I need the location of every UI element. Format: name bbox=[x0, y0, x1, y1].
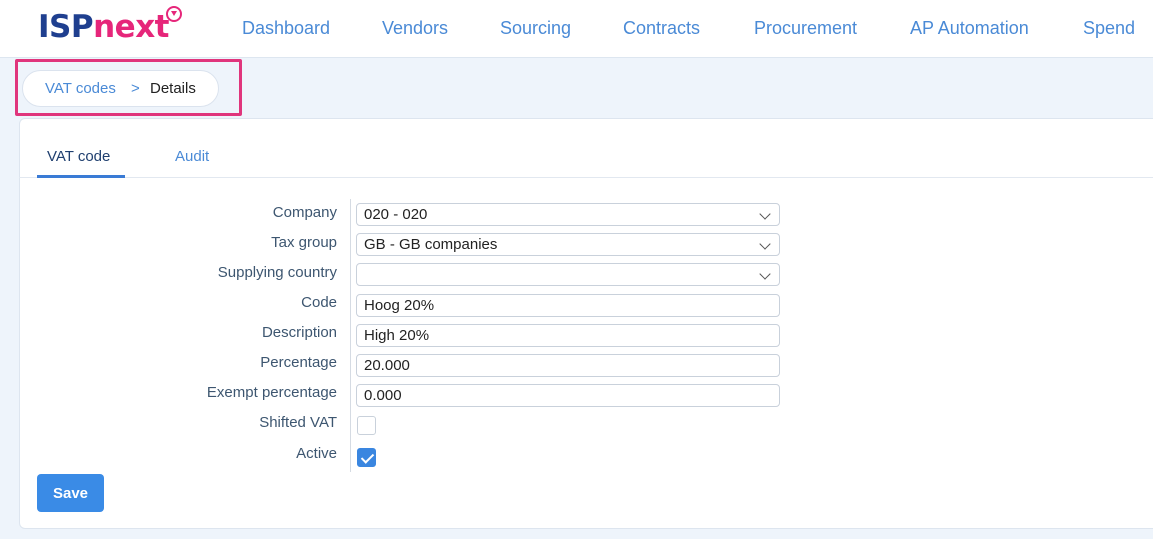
tabs-divider bbox=[19, 177, 1153, 178]
exempt-percentage-value: 0.000 bbox=[364, 387, 402, 404]
nav-vendors[interactable]: Vendors bbox=[382, 18, 448, 39]
shifted-vat-label: Shifted VAT bbox=[259, 414, 337, 431]
percentage-value: 20.000 bbox=[364, 357, 410, 374]
company-value: 020 - 020 bbox=[364, 206, 428, 223]
logo-text-isp: ISP bbox=[38, 9, 94, 45]
nav-procurement[interactable]: Procurement bbox=[754, 18, 857, 39]
exempt-percentage-input[interactable]: 0.000 bbox=[356, 384, 780, 407]
breadcrumb: VAT codes > Details bbox=[22, 70, 219, 107]
chevron-down-icon bbox=[759, 268, 771, 280]
exempt-percentage-label: Exempt percentage bbox=[206, 384, 337, 401]
ispnext-logo[interactable]: ISPnext bbox=[38, 6, 182, 49]
description-value: High 20% bbox=[364, 327, 430, 344]
nav-dashboard[interactable]: Dashboard bbox=[242, 18, 330, 39]
code-value: Hoog 20% bbox=[364, 297, 435, 314]
nav-contracts[interactable]: Contracts bbox=[623, 18, 700, 39]
code-input[interactable]: Hoog 20% bbox=[356, 294, 780, 317]
code-label: Code bbox=[301, 294, 337, 311]
description-label: Description bbox=[261, 324, 337, 341]
supplying-country-select[interactable] bbox=[356, 263, 780, 286]
logo-text-next: next bbox=[93, 9, 170, 45]
nav-sourcing[interactable]: Sourcing bbox=[500, 18, 571, 39]
breadcrumb-vat-codes-link[interactable]: VAT codes bbox=[45, 71, 116, 106]
tab-audit[interactable]: Audit bbox=[175, 148, 209, 165]
nav-spend[interactable]: Spend bbox=[1083, 18, 1135, 39]
company-select[interactable]: 020 - 020 bbox=[356, 203, 780, 226]
percentage-input[interactable]: 20.000 bbox=[356, 354, 780, 377]
form-divider bbox=[350, 199, 351, 472]
percentage-label: Percentage bbox=[260, 354, 337, 371]
tax-group-select[interactable]: GB - GB companies bbox=[356, 233, 780, 256]
active-checkbox[interactable] bbox=[357, 448, 376, 467]
chevron-down-icon bbox=[759, 238, 771, 250]
logo-heart-icon bbox=[166, 6, 182, 22]
company-label: Company bbox=[272, 204, 337, 221]
supplying-country-label: Supplying country bbox=[217, 264, 337, 281]
breadcrumb-current: Details bbox=[150, 80, 196, 97]
tax-group-label: Tax group bbox=[271, 234, 337, 251]
chevron-down-icon bbox=[759, 208, 771, 220]
active-label: Active bbox=[296, 445, 337, 462]
shifted-vat-checkbox[interactable] bbox=[357, 416, 376, 435]
tax-group-value: GB - GB companies bbox=[364, 236, 498, 253]
active-tab-indicator bbox=[37, 175, 125, 178]
top-navbar: ISPnext Dashboard Vendors Sourcing Contr… bbox=[0, 0, 1153, 58]
tab-vat-code[interactable]: VAT code bbox=[47, 148, 110, 165]
description-input[interactable]: High 20% bbox=[356, 324, 780, 347]
save-button[interactable]: Save bbox=[37, 474, 104, 512]
nav-ap-automation[interactable]: AP Automation bbox=[910, 18, 1029, 39]
breadcrumb-separator: > bbox=[131, 80, 140, 97]
